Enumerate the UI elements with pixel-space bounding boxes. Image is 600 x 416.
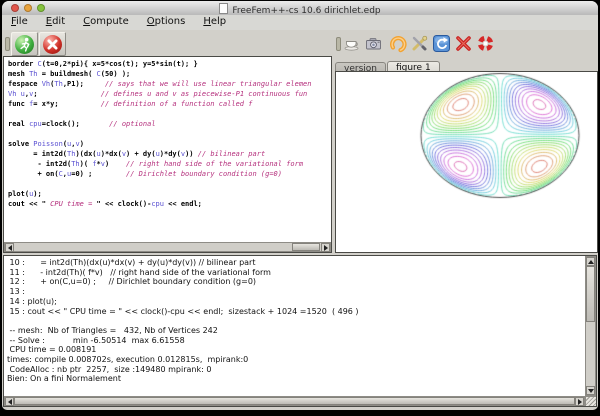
console-line: 12 : + on(C,u=0) ; // Dirichlet boundary… [7, 277, 583, 287]
camera-icon [364, 34, 383, 53]
console-line: CodeAlloc : nb ptr 2257, size :149480 mp… [7, 365, 583, 375]
console-line: 15 : cout << " CPU time = " << clock()-c… [7, 307, 583, 317]
editor-hscrollbar[interactable] [4, 242, 331, 252]
rotate-button[interactable] [387, 33, 408, 53]
snapshot-button[interactable] [363, 33, 384, 53]
console-line: 10 : = int2d(Th)(dx(u)*dx(v) + dy(u)*dy(… [7, 258, 583, 268]
console-vscroll-thumb[interactable] [586, 266, 595, 322]
stop-x-icon [43, 35, 62, 54]
code-editor[interactable]: border C(t=0,2*pi){ x=5*cos(t); y=5*sin(… [3, 56, 332, 253]
document-icon [219, 3, 228, 14]
code-line: = int2d(Th)(dx(u)*dx(v) + dy(u)*dy(v)) /… [8, 149, 330, 159]
menu-item-options[interactable]: Options [138, 15, 195, 27]
scroll-left-arrow[interactable] [5, 243, 14, 252]
code-line: + on(C,u=0) ; // Dirichlet boundary cond… [8, 169, 330, 179]
code-line: func f= x*y; // definition of a function… [8, 99, 330, 109]
code-text: border C(t=0,2*pi){ x=5*cos(t); y=5*sin(… [8, 59, 330, 209]
refresh-icon [432, 34, 451, 53]
tools-button[interactable] [409, 33, 430, 53]
code-line: - int2d(Th)( f*v) // right hand side of … [8, 159, 330, 169]
app-window: FreeFem++-cs 10.6 dirichlet.edp FileEdit… [2, 1, 598, 410]
console-line: -- Solve : min -6.50514 max 6.61558 [7, 336, 583, 346]
rotate-arrow-icon [388, 34, 407, 53]
figure-canvas [336, 72, 597, 252]
scroll-down-arrow[interactable] [586, 386, 595, 395]
menu-bar: FileEditComputeOptionsHelp [2, 15, 598, 31]
scroll-right-arrow[interactable] [321, 243, 330, 252]
menu-item-edit[interactable]: Edit [37, 15, 74, 27]
menu-item-help[interactable]: Help [194, 15, 235, 27]
stop-button[interactable] [39, 32, 66, 56]
code-line: plot(u); [8, 189, 330, 199]
console-hscroll-thumb[interactable] [14, 397, 575, 405]
console-output: 10 : = int2d(Th)(dx(u)*dx(v) + dy(u)*dy(… [7, 258, 583, 395]
freefem-button[interactable] [475, 33, 496, 53]
console-line: -- mesh: Nb of Triangles = 432, Nb of Ve… [7, 326, 583, 336]
menu-item-compute[interactable]: Compute [74, 15, 138, 27]
console-line: Bien: On a fini Normalement [7, 374, 583, 384]
code-line [8, 129, 330, 139]
coffee-cup-icon [342, 34, 361, 53]
cup-button[interactable] [341, 33, 362, 53]
runner-icon [15, 35, 34, 54]
code-line: real cpu=clock(); // optional [8, 119, 330, 129]
figure-tab-bar: versionfigure 1 [335, 57, 598, 71]
code-line: solve Poisson(u,v) [8, 139, 330, 149]
code-line: cout << " CPU time = " << clock()-cpu <<… [8, 199, 330, 209]
console-pane[interactable]: 10 : = int2d(Th)(dx(u)*dx(v) + dy(u)*dy(… [3, 255, 597, 407]
console-line: 13 : [7, 287, 583, 297]
red-x-icon [454, 34, 473, 53]
toolbar [2, 30, 598, 56]
console-line [7, 316, 583, 326]
run-button[interactable] [11, 32, 38, 56]
pinwheel-icon [476, 34, 495, 53]
close-figure-button[interactable] [453, 33, 474, 53]
crossed-tools-icon [410, 34, 429, 53]
code-line: Vh u,v; // defines u and v as piecewise-… [8, 89, 330, 99]
toolbar-gripper[interactable] [5, 37, 10, 51]
console-line: 11 : - int2d(Th)( f*v) // right hand sid… [7, 268, 583, 278]
code-line [8, 179, 330, 189]
code-line: fespace Vh(Th,P1); // says that we will … [8, 79, 330, 89]
console-line: times: compile 0.008702s, execution 0.01… [7, 355, 583, 365]
scroll-left-arrow[interactable] [5, 397, 14, 406]
code-line [8, 109, 330, 119]
menu-item-file[interactable]: File [2, 15, 37, 27]
console-hscrollbar[interactable] [4, 396, 585, 406]
console-vscrollbar[interactable] [585, 256, 596, 396]
resize-grip[interactable] [585, 396, 596, 406]
editor-hscroll-thumb[interactable] [292, 243, 320, 251]
code-line: border C(t=0,2*pi){ x=5*cos(t); y=5*sin(… [8, 59, 330, 69]
title-bar[interactable]: FreeFem++-cs 10.6 dirichlet.edp [2, 1, 598, 16]
console-line: CPU time = 0.008191 [7, 345, 583, 355]
scroll-up-arrow[interactable] [586, 257, 595, 266]
console-line: 14 : plot(u); [7, 297, 583, 307]
scroll-right-arrow[interactable] [575, 397, 584, 406]
figure-panel [335, 71, 598, 253]
refresh-button[interactable] [431, 33, 452, 53]
code-line: mesh Th = buildmesh( C(50) ); [8, 69, 330, 79]
